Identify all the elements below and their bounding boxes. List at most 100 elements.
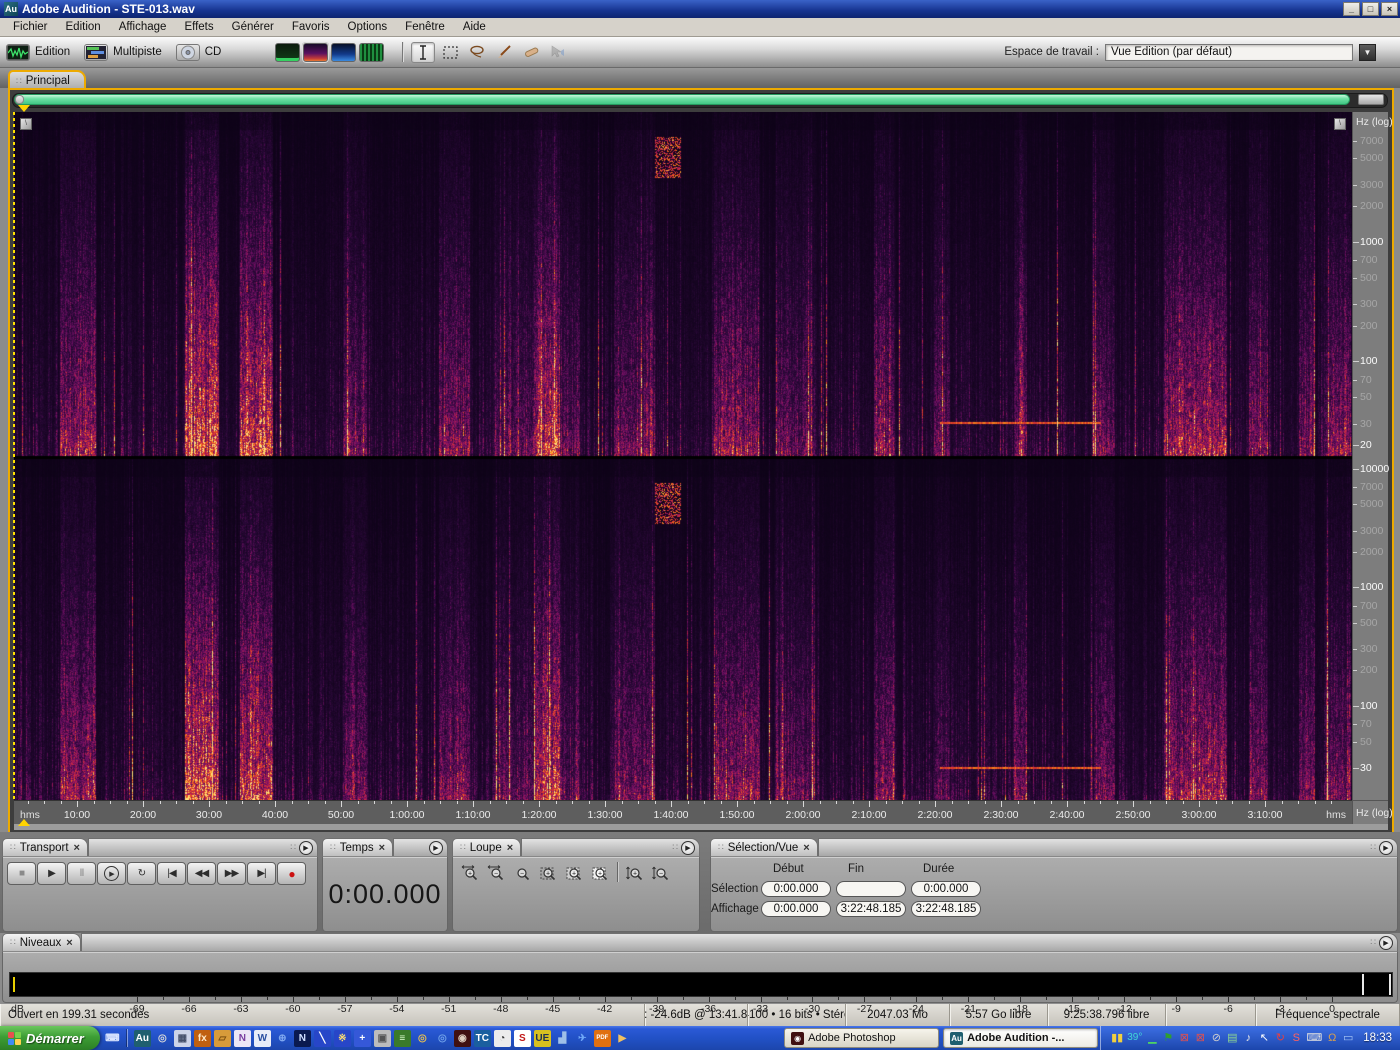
photoshop-eye-icon[interactable]: ◉ xyxy=(453,1029,471,1047)
task-adobe-photoshop[interactable]: ◉ Adobe Photoshop xyxy=(784,1028,940,1048)
globe-blue-icon[interactable]: ◎ xyxy=(434,1030,451,1047)
selection-close-icon[interactable]: × xyxy=(803,842,809,854)
menu-effets[interactable]: Effets xyxy=(175,19,222,35)
overview-zoom-control[interactable] xyxy=(1358,94,1384,105)
overview-scrollbar-thumb[interactable] xyxy=(14,94,1350,105)
field-affichage-0[interactable]: 0:00.000 xyxy=(761,901,831,917)
overview-scrollbar-handle[interactable] xyxy=(15,95,24,104)
gray-ball-icon[interactable]: ◎ xyxy=(154,1030,171,1047)
start-button[interactable]: Démarrer xyxy=(0,1026,100,1050)
jar-app-icon[interactable]: Ω xyxy=(1326,1032,1338,1044)
netscape-icon[interactable]: N xyxy=(293,1029,311,1047)
play-button[interactable]: ▶ xyxy=(37,862,66,885)
selection-marker-top-icon[interactable] xyxy=(18,105,30,112)
level-meter[interactable] xyxy=(9,972,1393,997)
field-slection-0[interactable]: 0:00.000 xyxy=(761,881,831,897)
temps-close-icon[interactable]: × xyxy=(379,842,385,854)
lasso-selection-tool[interactable] xyxy=(465,42,489,63)
zoom-in-vertical-button[interactable]: + xyxy=(622,862,648,885)
loupe-panel-tab[interactable]: ∷ Loupe × xyxy=(452,838,522,856)
zoom-out-full-button[interactable]: − xyxy=(509,862,535,885)
spot-healing-brush-tool[interactable] xyxy=(519,42,543,63)
transport-panel-tab[interactable]: ∷ Transport × xyxy=(2,838,88,856)
edit-view-mode[interactable]: Edition xyxy=(6,43,70,61)
audition-icon[interactable]: Au xyxy=(133,1029,151,1047)
field-affichage-1[interactable]: 3:22:48.185 xyxy=(836,901,906,917)
flag-icon[interactable]: ⚑ xyxy=(1162,1032,1174,1044)
niveaux-panel-menu-icon[interactable]: ▶ xyxy=(1379,935,1393,950)
menu-options[interactable]: Options xyxy=(339,19,397,35)
field-affichage-2[interactable]: 3:22:48.185 xyxy=(911,901,981,917)
cd-view-mode[interactable]: CD xyxy=(175,43,221,61)
planet-icon[interactable]: ⊕ xyxy=(274,1030,291,1047)
show-desktop-icon[interactable]: ⌨ xyxy=(104,1030,121,1047)
maximize-button[interactable]: □ xyxy=(1362,2,1379,16)
niveaux-panel-tab[interactable]: ∷ Niveaux × xyxy=(2,933,81,951)
menu-favoris[interactable]: Favoris xyxy=(283,19,339,35)
display-corner-button-left[interactable]: \ xyxy=(20,118,32,130)
pause-button[interactable]: Ⅱ xyxy=(67,862,96,885)
record-button[interactable]: ● xyxy=(277,862,306,885)
tab-principal[interactable]: ∷ Principal xyxy=(8,70,86,90)
loupe-panel-menu-icon[interactable]: ▶ xyxy=(681,840,695,855)
menu-fichier[interactable]: Fichier xyxy=(4,19,57,35)
card-reader-icon[interactable]: ▤ xyxy=(1226,1032,1238,1044)
marquee-selection-tool[interactable] xyxy=(438,42,462,63)
xp-tool-icon[interactable]: ※ xyxy=(333,1029,351,1047)
spectral-pan-display-button[interactable] xyxy=(331,42,357,62)
zoom-to-selection-button[interactable]: + xyxy=(535,862,561,885)
ultraedit-icon[interactable]: UE xyxy=(533,1029,551,1047)
pointer-icon[interactable]: ↖ xyxy=(1258,1032,1270,1044)
blocked-device-icon[interactable]: ⊘ xyxy=(1210,1032,1222,1044)
time-ruler[interactable]: 10:00 20:00 30:00 40:00 50:00 1:00:00 1:10:00 1… xyxy=(14,800,1352,824)
pause-indicator-icon[interactable]: ▮▮ xyxy=(1111,1032,1123,1044)
network-disabled2-icon[interactable]: ⊠ xyxy=(1194,1032,1206,1044)
waveform-display-button[interactable] xyxy=(275,42,301,62)
volume-icon[interactable]: ♪ xyxy=(1242,1032,1254,1044)
menu-gnrer[interactable]: Générer xyxy=(223,19,283,35)
spectrogram-canvas[interactable] xyxy=(14,112,1352,800)
selection-panel-menu-icon[interactable]: ▶ xyxy=(1379,840,1393,855)
network-disabled-icon[interactable]: ⊠ xyxy=(1178,1032,1190,1044)
close-button[interactable]: × xyxy=(1381,2,1398,16)
globe-gold-icon[interactable]: ◎ xyxy=(414,1030,431,1047)
antivirus-icon[interactable]: S xyxy=(1290,1032,1302,1044)
clock-app-icon[interactable]: ◔ xyxy=(493,1029,511,1047)
pdf-icon[interactable]: PDF xyxy=(593,1029,611,1047)
transport-panel-menu-icon[interactable]: ▶ xyxy=(299,840,313,855)
fx-app-icon[interactable]: fx xyxy=(193,1029,211,1047)
zoom-in-horizontal-button[interactable]: + xyxy=(457,862,483,885)
media-player-icon[interactable]: ▶ xyxy=(614,1030,631,1047)
picker-tool-icon[interactable]: ╲ xyxy=(313,1029,331,1047)
minimized-app-icon[interactable]: ▁ xyxy=(1146,1032,1158,1044)
display-corner-button-right[interactable]: \ xyxy=(1334,118,1346,130)
transport-close-icon[interactable]: × xyxy=(74,842,80,854)
play-from-cursor-button[interactable]: ▶ xyxy=(97,862,126,885)
temps-panel-menu-icon[interactable]: ▶ xyxy=(429,840,443,855)
word-icon[interactable]: W xyxy=(253,1029,271,1047)
spectral-phase-display-button[interactable] xyxy=(359,42,385,62)
go-to-end-button[interactable]: ▶| xyxy=(247,862,276,885)
title-bar[interactable]: Au Adobe Audition - STE-013.wav _ □ × xyxy=(0,0,1400,18)
zoom-to-selection-right-button[interactable]: + xyxy=(587,862,613,885)
folder-app-icon[interactable]: ▱ xyxy=(213,1029,231,1047)
person-icon[interactable]: ▟ xyxy=(554,1030,571,1047)
go-to-beginning-button[interactable]: |◀ xyxy=(157,862,186,885)
selection-panel-tab[interactable]: ∷ Sélection/Vue × xyxy=(710,838,818,856)
doc-tool-icon[interactable]: + xyxy=(353,1029,371,1047)
zoom-out-vertical-button[interactable]: − xyxy=(648,862,674,885)
menu-edition[interactable]: Edition xyxy=(57,19,110,35)
niveaux-close-icon[interactable]: × xyxy=(66,937,72,949)
zoom-to-selection-left-button[interactable]: + xyxy=(561,862,587,885)
tc-icon[interactable]: TC xyxy=(473,1029,491,1047)
stop-button[interactable]: ■ xyxy=(7,862,36,885)
airplane-icon[interactable]: ✈ xyxy=(574,1030,591,1047)
green-app-icon[interactable]: ≡ xyxy=(393,1029,411,1047)
workspace-dropdown[interactable]: Vue Edition (par défaut) xyxy=(1105,43,1353,61)
minimize-button[interactable]: _ xyxy=(1343,2,1360,16)
menu-fentre[interactable]: Fenêtre xyxy=(396,19,454,35)
effects-paintbrush-tool[interactable] xyxy=(492,42,516,63)
keyboard-layout-icon[interactable]: ⌨ xyxy=(1306,1032,1322,1044)
workspace-dropdown-caret[interactable]: ▼ xyxy=(1359,43,1376,61)
task-adobe-audition[interactable]: Au Adobe Audition -... xyxy=(943,1028,1099,1048)
